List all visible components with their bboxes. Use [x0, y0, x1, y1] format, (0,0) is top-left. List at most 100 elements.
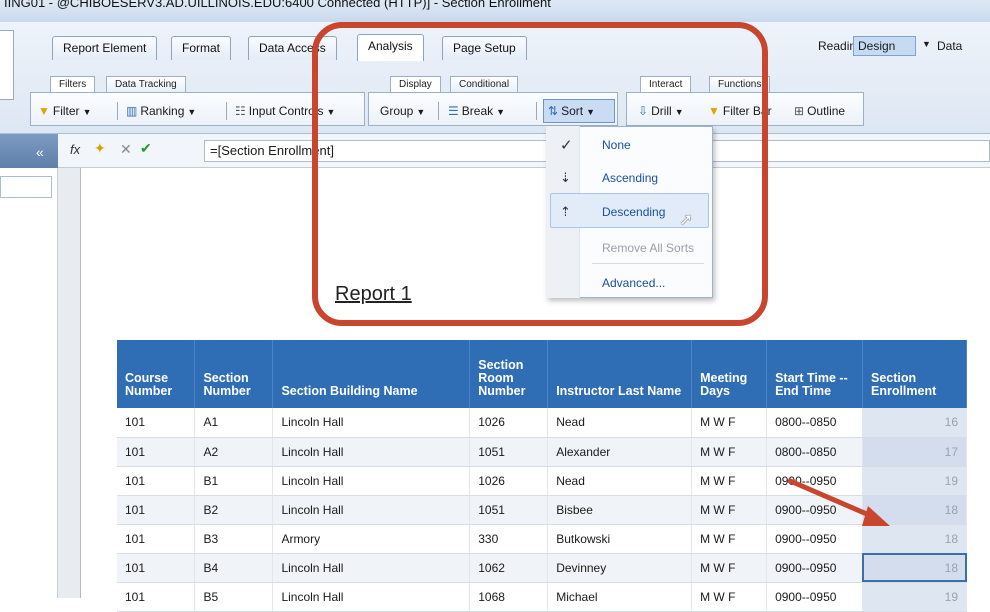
arrow-head [862, 506, 890, 526]
table-cell[interactable]: 330 [469, 524, 549, 554]
funnel-icon: ▼ [38, 104, 50, 118]
chevron-down-icon[interactable]: ▼ [922, 39, 931, 49]
table-cell[interactable]: B1 [194, 466, 274, 496]
outline-icon: ⊞ [794, 104, 805, 118]
table-cell[interactable]: B3 [194, 524, 274, 554]
left-panel-input[interactable] [0, 176, 52, 198]
design-mode-label: Design [858, 39, 896, 53]
filter-button[interactable]: ▼ Filter ▼ [38, 102, 91, 120]
table-cell[interactable]: Alexander [547, 437, 693, 467]
table-cell[interactable]: M W F [691, 437, 768, 467]
table-cell[interactable]: Lincoln Hall [272, 408, 471, 438]
ranking-button[interactable]: ▥ Ranking ▼ [126, 102, 196, 120]
input-controls-icon: ☷ [235, 104, 246, 118]
annotation-highlight-box [312, 22, 768, 326]
canvas-edge [80, 168, 81, 598]
table-cell[interactable]: 101 [117, 582, 196, 612]
column-header[interactable]: Meeting Days [691, 340, 768, 408]
table-cell[interactable]: 101 [117, 495, 196, 525]
subtab-data-tracking[interactable]: Data Tracking [106, 76, 186, 93]
table-cell[interactable]: Butkowski [547, 524, 693, 554]
table-cell[interactable]: Lincoln Hall [272, 553, 471, 583]
table-cell[interactable]: 1068 [469, 582, 549, 612]
outline-label: Outline [807, 104, 846, 118]
table-cell[interactable]: M W F [691, 582, 768, 612]
table-cell[interactable]: B2 [194, 495, 274, 525]
enrollment-cell[interactable]: 19 [862, 582, 968, 612]
table-cell[interactable]: A1 [194, 408, 274, 438]
ranking-label: Ranking [140, 104, 185, 118]
chevron-down-icon: ▼ [82, 107, 92, 117]
left-panel [0, 168, 58, 598]
table-cell[interactable]: Bisbee [547, 495, 693, 525]
subtab-filters[interactable]: Filters [50, 76, 96, 93]
column-header[interactable]: Instructor Last Name [547, 340, 693, 408]
table-cell[interactable]: 1051 [469, 495, 549, 525]
table-cell[interactable]: M W F [691, 524, 768, 554]
column-header[interactable]: Section Number [194, 340, 274, 408]
create-variable-icon[interactable]: ✦ [94, 140, 106, 157]
table-cell[interactable]: 101 [117, 437, 196, 467]
table-cell[interactable]: Armory [272, 524, 471, 554]
annotation-arrow [787, 477, 890, 526]
window-title-bar: IING01 - @CHIBOESERV3.AD.UILLINOIS.EDU:6… [0, 0, 990, 22]
formula-editor-icon[interactable]: fx [70, 142, 80, 157]
table-cell[interactable]: M W F [691, 495, 768, 525]
table-row[interactable]: 101 A2 Lincoln Hall 1051 Alexander M W F 0800-… [117, 437, 968, 467]
table-cell[interactable]: M W F [691, 553, 768, 583]
table-cell[interactable]: 0800--0850 [766, 408, 863, 438]
enrollment-cell[interactable]: 16 [862, 408, 968, 438]
enrollment-cell[interactable]: 17 [862, 437, 968, 467]
cancel-icon[interactable]: ✕ [120, 141, 132, 158]
table-cell[interactable]: Michael [547, 582, 693, 612]
table-cell[interactable]: Nead [547, 466, 693, 496]
column-header[interactable]: Section Enrollment [862, 340, 968, 408]
table-cell[interactable]: Lincoln Hall [272, 466, 471, 496]
left-panel-header [0, 134, 58, 168]
divider [117, 102, 118, 120]
window-title: IING01 - @CHIBOESERV3.AD.UILLINOIS.EDU:6… [4, 0, 551, 10]
table-row[interactable]: 101 A1 Lincoln Hall 1026 Nead M W F 0800--0850… [117, 408, 968, 438]
table-cell[interactable]: 1051 [469, 437, 549, 467]
validate-icon[interactable]: ✔ [140, 140, 152, 157]
data-mode[interactable]: Data [937, 39, 962, 53]
collapse-panel-icon[interactable]: « [36, 144, 44, 160]
table-cell[interactable]: Nead [547, 408, 693, 438]
table-header-row: Course Number Section Number Section Bui… [117, 340, 968, 408]
table-cell[interactable]: Lincoln Hall [272, 437, 471, 467]
table-cell[interactable]: Lincoln Hall [272, 495, 471, 525]
table-cell[interactable]: 1062 [469, 553, 549, 583]
ranking-icon: ▥ [126, 104, 138, 118]
table-cell[interactable]: B5 [194, 582, 274, 612]
left-stub-panel [0, 30, 14, 100]
table-cell[interactable]: 0900--0950 [766, 582, 863, 612]
table-row[interactable]: 101 B4 Lincoln Hall 1062 Devinney M W F 0900--… [117, 553, 968, 583]
table-cell[interactable]: Devinney [547, 553, 693, 583]
table-cell[interactable]: Lincoln Hall [272, 582, 471, 612]
table-cell[interactable]: 101 [117, 524, 196, 554]
canvas-margin [58, 168, 80, 598]
column-header[interactable]: Course Number [117, 340, 196, 408]
table-cell[interactable]: M W F [691, 408, 768, 438]
table-cell[interactable]: 101 [117, 408, 196, 438]
column-header[interactable]: Section Building Name [272, 340, 471, 408]
column-header[interactable]: Section Room Number [469, 340, 549, 408]
enrollment-cell[interactable]: 18 [862, 553, 968, 583]
chevron-down-icon: ▼ [187, 107, 197, 117]
table-cell[interactable]: 101 [117, 553, 196, 583]
table-cell[interactable]: 101 [117, 466, 196, 496]
outline-button[interactable]: ⊞ Outline [794, 102, 845, 120]
table-cell[interactable]: 1026 [469, 466, 549, 496]
column-header[interactable]: Start Time -- End Time [766, 340, 863, 408]
filter-label: Filter [52, 104, 80, 118]
tab-format[interactable]: Format [171, 36, 232, 60]
table-cell[interactable]: B4 [194, 553, 274, 583]
arrow-shaft [787, 477, 877, 521]
table-cell[interactable]: M W F [691, 466, 768, 496]
table-cell[interactable]: 1026 [469, 408, 549, 438]
table-cell[interactable]: 0800--0850 [766, 437, 863, 467]
table-cell[interactable]: 0900--0950 [766, 553, 863, 583]
table-cell[interactable]: A2 [194, 437, 274, 467]
table-row[interactable]: 101 B5 Lincoln Hall 1068 Michael M W F 0900--0… [117, 582, 968, 612]
tab-report-element[interactable]: Report Element [52, 36, 158, 60]
